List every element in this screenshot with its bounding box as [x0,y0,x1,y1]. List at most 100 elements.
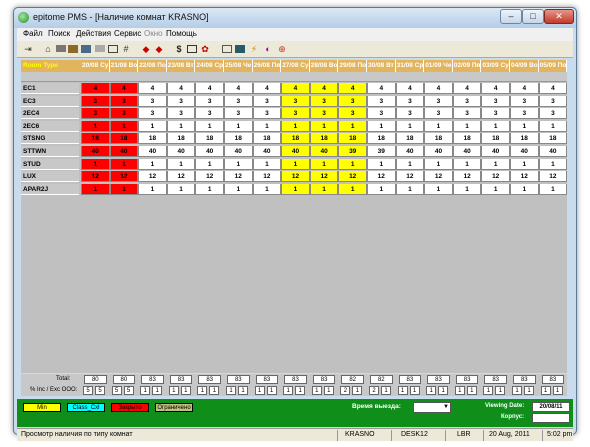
exit-icon[interactable]: ⇥ [23,44,33,54]
availability-cell[interactable]: 18 [138,133,167,145]
availability-cell[interactable]: 1 [424,158,453,170]
building-field[interactable] [532,413,570,423]
availability-cell[interactable]: 3 [109,95,139,107]
bank-icon[interactable]: ⌂ [43,44,53,54]
availability-cell[interactable]: 3 [138,108,167,120]
availability-cell[interactable]: 1 [538,183,568,195]
availability-cell[interactable]: 3 [81,95,110,107]
chevron-down-icon[interactable]: ▼ [443,403,449,412]
availability-cell[interactable]: 40 [109,146,139,157]
availability-cell[interactable]: 3 [424,108,453,120]
availability-cell[interactable]: 3 [138,95,167,107]
availability-cell[interactable]: 4 [481,83,510,94]
availability-cell[interactable]: 3 [395,95,425,107]
availability-cell[interactable]: 4 [166,83,196,94]
availability-cell[interactable]: 4 [395,83,425,94]
availability-cell[interactable]: 4 [195,83,224,94]
availability-cell[interactable]: 1 [252,183,282,195]
availability-cell[interactable]: 12 [138,171,167,183]
availability-cell[interactable]: 12 [452,171,482,183]
plus-icon[interactable]: ⊕ [277,44,287,54]
availability-cell[interactable]: 18 [424,133,453,145]
availability-cell[interactable]: 39 [338,146,367,157]
availability-cell[interactable]: 1 [538,120,568,132]
availability-cell[interactable]: 3 [367,108,396,120]
availability-cell[interactable]: 4 [109,83,139,94]
menu-search[interactable]: Поиск [48,29,70,38]
title-bar[interactable]: epitome PMS - [Наличие комнат KRASNO] – … [14,8,576,28]
availability-cell[interactable]: 18 [395,133,425,145]
availability-cell[interactable]: 39 [367,146,396,157]
availability-cell[interactable]: 1 [138,183,167,195]
availability-cell[interactable]: 1 [195,120,224,132]
availability-cell[interactable]: 1 [109,158,139,170]
availability-cell[interactable]: 3 [452,95,482,107]
availability-cell[interactable]: 40 [224,146,253,157]
availability-cell[interactable]: 1 [395,120,425,132]
availability-cell[interactable]: 3 [510,95,539,107]
tiles-icon[interactable] [95,45,105,52]
availability-cell[interactable]: 1 [452,183,482,195]
dollar-icon[interactable]: $ [174,44,184,54]
availability-cell[interactable]: 1 [138,120,167,132]
availability-cell[interactable]: 3 [195,108,224,120]
availability-cell[interactable]: 12 [281,171,310,183]
availability-cell[interactable]: 18 [309,133,339,145]
availability-cell[interactable]: 12 [338,171,367,183]
availability-cell[interactable]: 3 [224,95,253,107]
availability-cell[interactable]: 3 [281,95,310,107]
availability-cell[interactable]: 4 [309,83,339,94]
availability-cell[interactable]: 1 [338,120,367,132]
power-icon[interactable]: ◐ [263,44,273,54]
availability-cell[interactable]: 3 [424,95,453,107]
availability-cell[interactable]: 1 [538,158,568,170]
availability-cell[interactable]: 1 [195,158,224,170]
availability-cell[interactable]: 12 [166,171,196,183]
calc-icon[interactable] [187,45,197,53]
availability-cell[interactable]: 12 [81,171,110,183]
availability-cell[interactable]: 1 [309,183,339,195]
monitor-icon[interactable] [235,45,245,53]
table-icon[interactable] [108,45,118,53]
availability-cell[interactable]: 4 [338,83,367,94]
availability-cell[interactable]: 1 [367,120,396,132]
availability-cell[interactable]: 1 [309,120,339,132]
availability-cell[interactable]: 4 [538,83,568,94]
availability-cell[interactable]: 12 [309,171,339,183]
availability-cell[interactable]: 3 [452,108,482,120]
availability-cell[interactable]: 1 [481,158,510,170]
availability-cell[interactable]: 4 [367,83,396,94]
menu-help[interactable]: Помощь [166,29,197,38]
close-button[interactable]: ✕ [544,9,574,24]
availability-cell[interactable]: 40 [424,146,453,157]
availability-cell[interactable]: 1 [395,158,425,170]
availability-cell[interactable]: 1 [367,183,396,195]
availability-cell[interactable]: 40 [281,146,310,157]
availability-cell[interactable]: 1 [338,158,367,170]
availability-cell[interactable]: 12 [395,171,425,183]
availability-cell[interactable]: 18 [367,133,396,145]
availability-cell[interactable]: 3 [395,108,425,120]
availability-cell[interactable]: 4 [510,83,539,94]
availability-cell[interactable]: 12 [195,171,224,183]
availability-cell[interactable]: 4 [452,83,482,94]
availability-cell[interactable]: 18 [252,133,282,145]
availability-cell[interactable]: 40 [138,146,167,157]
menu-window[interactable]: Окно [144,29,163,38]
availability-cell[interactable]: 3 [481,95,510,107]
right-arrow-icon[interactable]: ◆ [154,44,164,54]
availability-cell[interactable]: 40 [309,146,339,157]
minimize-button[interactable]: – [500,9,522,24]
availability-cell[interactable]: 18 [452,133,482,145]
screen-icon[interactable] [81,45,91,53]
availability-cell[interactable]: 1 [166,183,196,195]
availability-cell[interactable]: 12 [481,171,510,183]
availability-cell[interactable]: 1 [109,183,139,195]
availability-cell[interactable]: 3 [252,108,282,120]
availability-cell[interactable]: 18 [81,133,110,145]
availability-cell[interactable]: 40 [166,146,196,157]
availability-cell[interactable]: 3 [281,108,310,120]
availability-cell[interactable]: 12 [109,171,139,183]
availability-cell[interactable]: 18 [481,133,510,145]
availability-cell[interactable]: 40 [481,146,510,157]
